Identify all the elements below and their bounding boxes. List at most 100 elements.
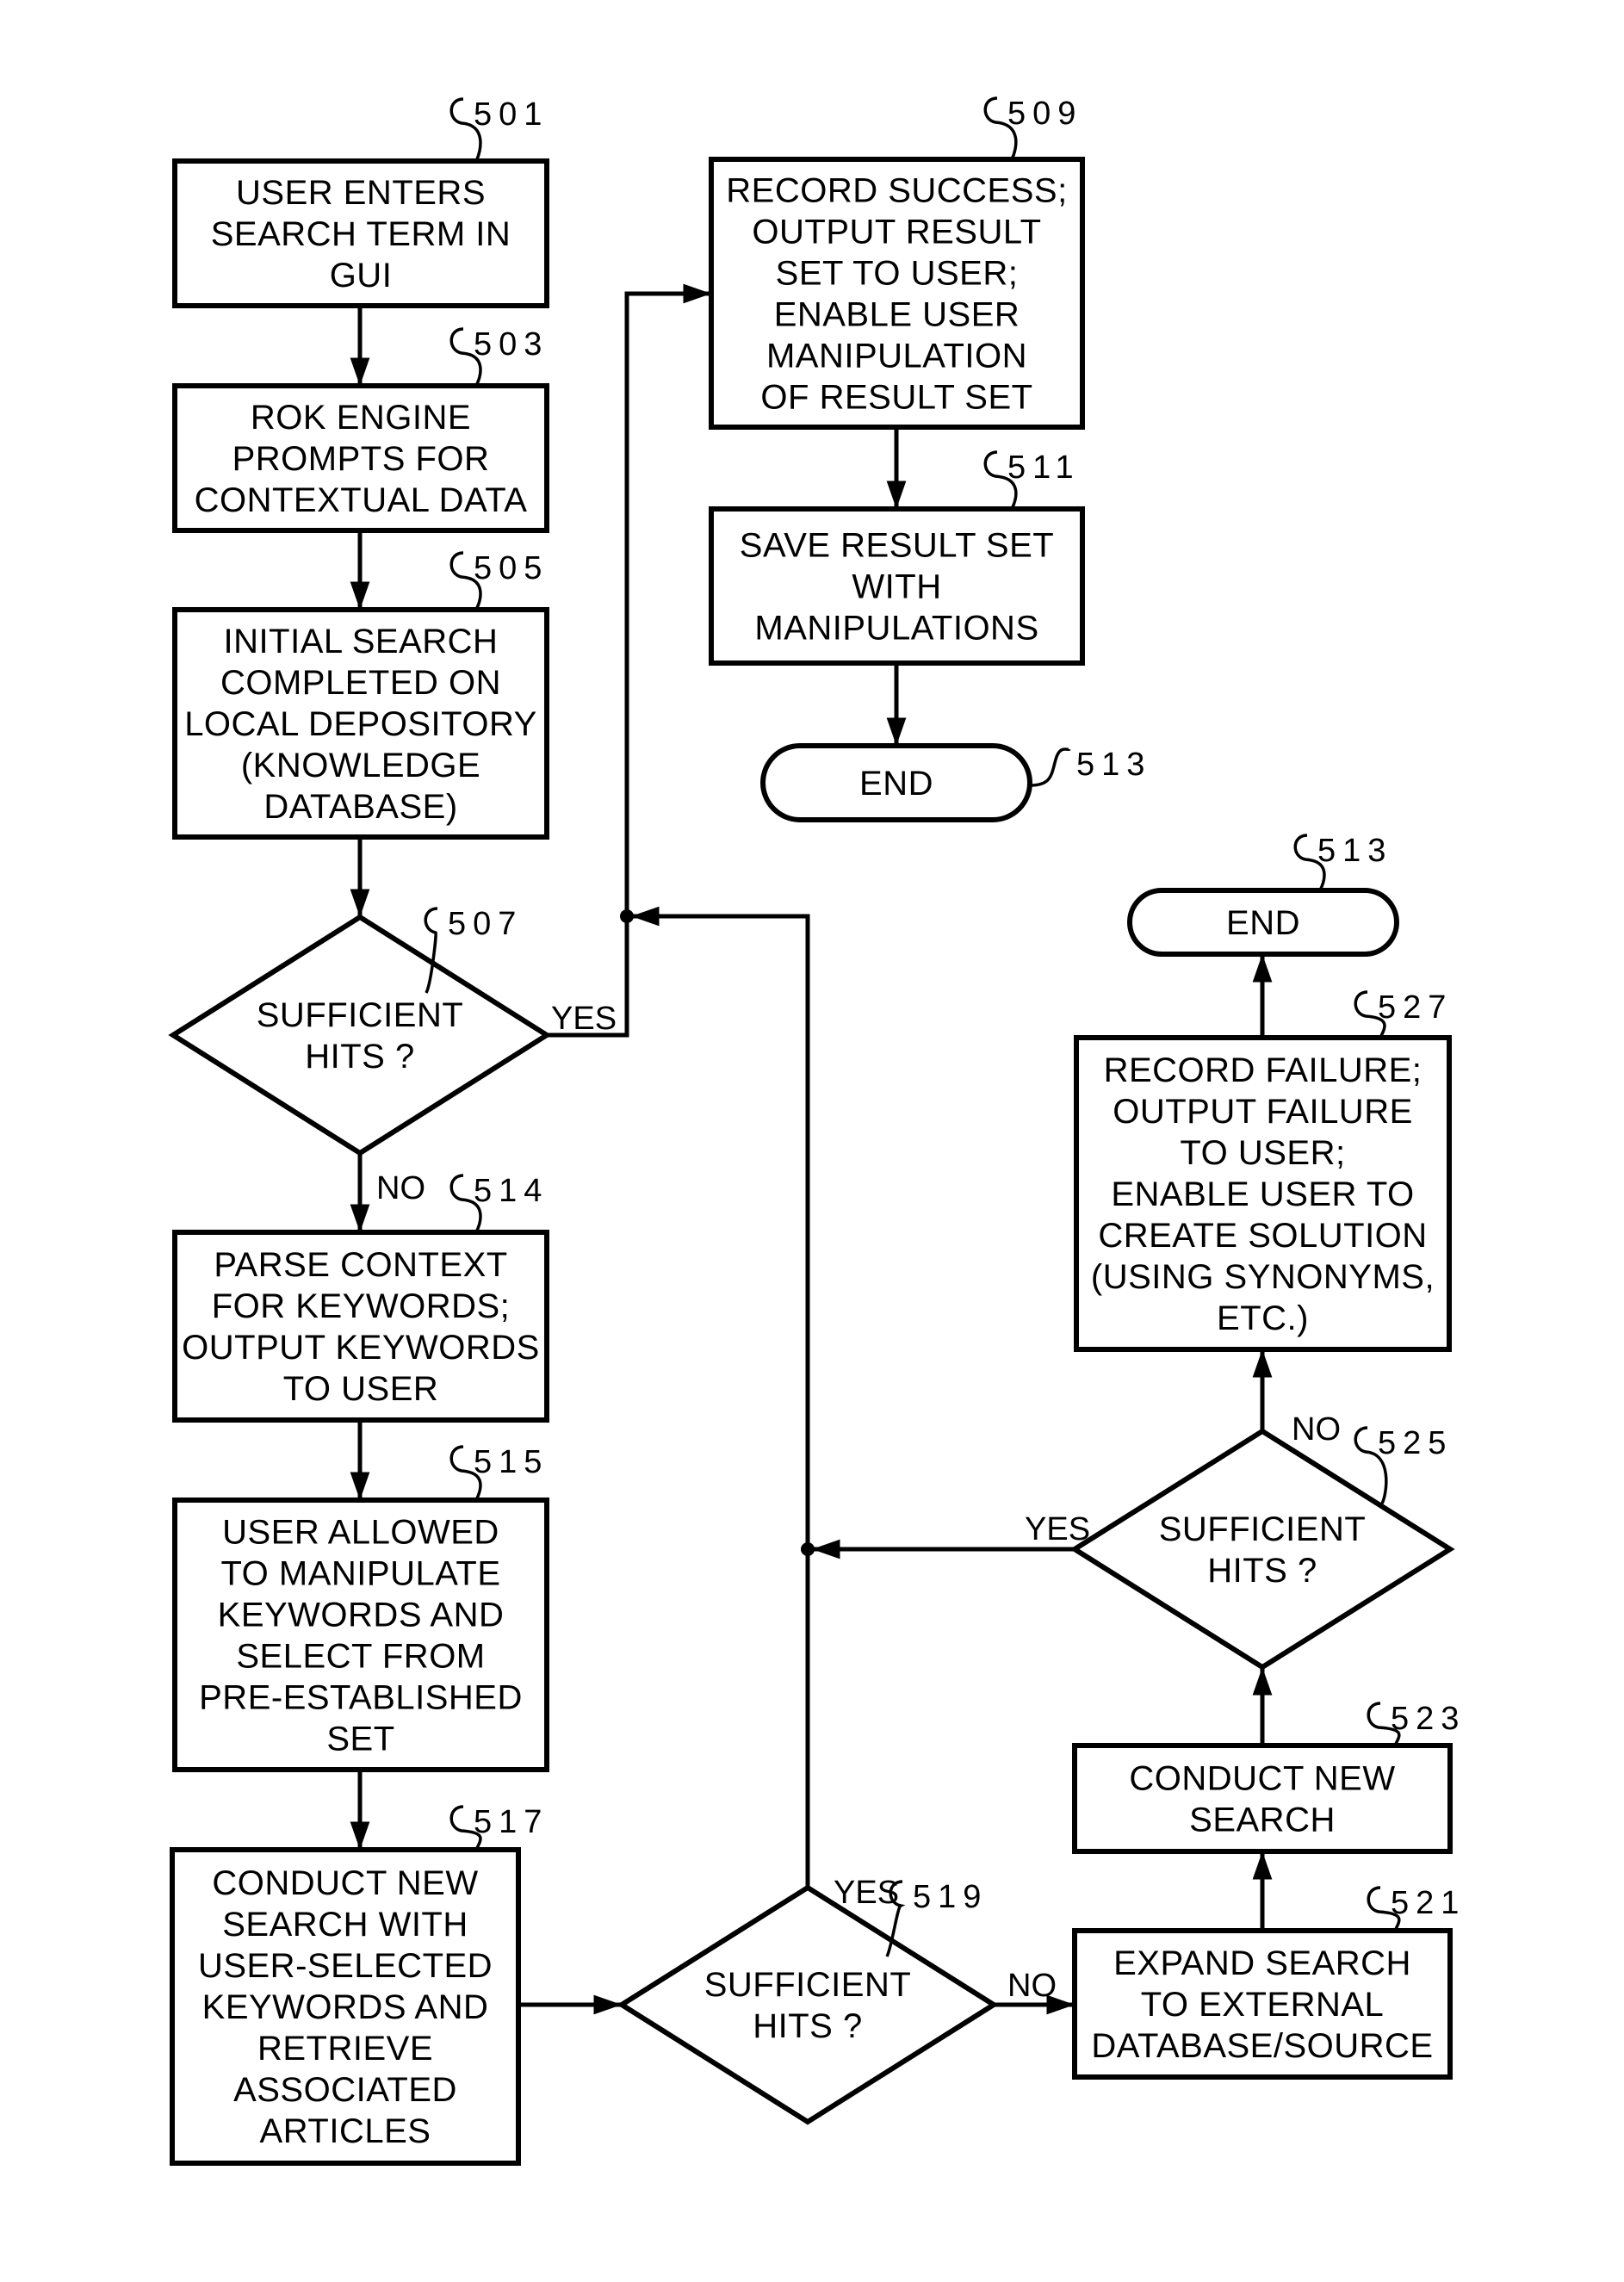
node-text-line: ETC.)	[1217, 1299, 1309, 1337]
node-text-line: EXPAND SEARCH	[1113, 1944, 1411, 1982]
node-text-line: OF RESULT SET	[760, 379, 1032, 417]
node-text-line: HITS ?	[305, 1038, 414, 1076]
node-text-line: MANIPULATION	[766, 338, 1027, 375]
node-text-line: PARSE CONTEXT	[214, 1246, 507, 1284]
decision-diamond	[168, 914, 552, 1157]
reference-numeral: 501	[474, 96, 549, 133]
node-text-line: CONDUCT NEW	[1129, 1760, 1395, 1798]
node-text-line: TO USER	[283, 1370, 439, 1408]
node-text-line: CONDUCT NEW	[212, 1864, 478, 1902]
node-text-line: SET	[326, 1721, 394, 1758]
node-text-line: SELECT FROM	[236, 1638, 485, 1676]
reference-numeral: 505	[474, 550, 549, 586]
node-text-line: DATABASE)	[263, 788, 457, 826]
reference-numeral: 519	[913, 1879, 988, 1915]
node-text-line: HITS ?	[753, 2007, 862, 2045]
node-text-line: END	[859, 765, 933, 803]
reference-numeral: 503	[474, 326, 549, 363]
node-text-line: SET TO USER;	[776, 255, 1019, 293]
node-text-line: (USING SYNONYMS,	[1091, 1258, 1435, 1296]
node-513a-terminal: END 513	[760, 743, 1151, 822]
edge-label-507-yes: YES	[551, 1001, 617, 1037]
node-523-process: CONDUCT NEWSEARCH 523	[1072, 1701, 1466, 1854]
node-text-line: WITH	[852, 568, 941, 606]
node-text-line: DATABASE/SOURCE	[1091, 2027, 1433, 2065]
node-527-process: RECORD FAILURE; OUTPUT FAILURETO USER;ENA…	[1074, 989, 1453, 1352]
node-507-decision: SUFFICIENT HITS ? 507	[168, 906, 552, 1157]
reference-numeral: 515	[474, 1444, 549, 1480]
edge-label-525-yes: YES	[1025, 1511, 1090, 1547]
node-text-line: ARTICLES	[260, 2112, 431, 2150]
node-text-line: USER-SELECTED	[198, 1947, 493, 1985]
node-text-line: OUTPUT KEYWORDS	[182, 1329, 540, 1367]
nodes-layer: USER ENTERSSEARCH TERM IN GUI 501 ROK ENGIN…	[168, 96, 1466, 2166]
junction-dot	[620, 909, 634, 923]
edge-519-yes-junction	[631, 906, 810, 1888]
flowchart-canvas: USER ENTERSSEARCH TERM IN GUI 501 ROK ENGIN…	[168, 96, 1466, 2166]
node-text-line: USER ENTERS	[236, 174, 486, 212]
reference-numeral: 525	[1378, 1425, 1453, 1461]
node-text-line: SUFFICIENT	[1159, 1510, 1367, 1548]
node-text-line: SEARCH TERM IN	[211, 215, 511, 253]
reference-numeral: 527	[1378, 989, 1453, 1026]
node-text-line: KEYWORDS AND	[202, 1988, 489, 2026]
node-519-decision: SUFFICIENTHITS ? 519	[617, 1879, 999, 2125]
node-513b-terminal: END 513	[1127, 833, 1399, 957]
node-text-line: CREATE SOLUTION	[1098, 1217, 1427, 1255]
node-text-line: LOCAL DEPOSITORY	[184, 705, 537, 743]
node-text-line: ASSOCIATED	[233, 2071, 457, 2109]
node-text-line: FOR KEYWORDS;	[212, 1287, 511, 1325]
node-text-line: SEARCH WITH	[222, 1906, 468, 1944]
node-text-line: TO MANIPULATE	[220, 1555, 500, 1593]
reference-numeral: 511	[1007, 450, 1081, 486]
node-text-line: MANIPULATIONS	[754, 610, 1038, 648]
junction-dot	[801, 1542, 815, 1556]
node-text-line: HITS ?	[1207, 1552, 1317, 1590]
node-text-line: SUFFICIENT	[704, 1966, 912, 2004]
node-text-line: TO EXTERNAL	[1141, 1986, 1385, 2024]
node-text-line: RECORD FAILURE;	[1104, 1051, 1423, 1089]
node-text-line: USER ALLOWED	[222, 1514, 499, 1552]
node-521-process: EXPAND SEARCH TO EXTERNALDATABASE/SOURCE 5…	[1072, 1885, 1466, 2080]
node-text-line: OUTPUT FAILURE	[1113, 1093, 1413, 1131]
node-text-line: COMPLETED ON	[220, 664, 501, 702]
node-517-process: CONDUCT NEW SEARCH WITHUSER-SELECTEDKEYWO…	[170, 1804, 549, 2166]
node-525-decision: SUFFICIENT HITS ? 525	[1069, 1425, 1455, 1671]
decision-diamond	[617, 1884, 999, 2125]
edge-label-519-no: NO	[1007, 1968, 1057, 2004]
node-text-line: SEARCH	[1189, 1801, 1336, 1839]
node-text-line: GUI	[330, 257, 393, 295]
node-text-line: CONTEXTUAL DATA	[195, 481, 528, 519]
node-509-process: RECORD SUCCESS; OUTPUT RESULT SET TO USER;…	[709, 96, 1085, 430]
node-text-line: ENABLE USER	[774, 296, 1020, 334]
node-text-line: OUTPUT RESULT	[752, 214, 1041, 251]
edge-507-yes-509	[547, 283, 711, 1038]
reference-numeral: 521	[1391, 1885, 1466, 1921]
reference-numeral: 509	[1007, 96, 1082, 132]
reference-numeral: 523	[1391, 1701, 1466, 1737]
node-text-line: KEYWORDS AND	[218, 1597, 505, 1634]
node-text-line: ROK ENGINE	[251, 399, 471, 437]
reference-numeral: 514	[474, 1173, 549, 1209]
node-text-line: SUFFICIENT	[257, 996, 464, 1034]
node-text-line: RECORD SUCCESS;	[726, 172, 1067, 210]
reference-numeral: 507	[448, 906, 523, 942]
edge-label-519-yes: YES	[834, 1875, 899, 1911]
node-text-line: END	[1226, 904, 1300, 942]
reference-numeral: 517	[474, 1804, 549, 1840]
edge-label-507-no: NO	[376, 1170, 425, 1206]
node-text-line: ENABLE USER TO	[1111, 1175, 1414, 1213]
node-text-line: PROMPTS FOR	[232, 440, 490, 478]
node-text-line: SAVE RESULT SET	[740, 527, 1054, 565]
node-text-line: PRE-ESTABLISHED	[199, 1679, 523, 1717]
reference-numeral: 513	[1076, 747, 1151, 783]
node-text-line: RETRIEVE	[257, 2030, 433, 2068]
reference-numeral: 513	[1317, 833, 1392, 869]
node-501-process: USER ENTERSSEARCH TERM IN GUI 501	[172, 96, 549, 308]
node-text-line: TO USER;	[1180, 1134, 1345, 1172]
reference-leader	[1029, 747, 1071, 787]
decision-diamond	[1069, 1428, 1455, 1671]
node-text-line: (KNOWLEDGE	[241, 747, 480, 784]
node-text-line: INITIAL SEARCH	[224, 623, 499, 660]
edge-label-525-no: NO	[1292, 1411, 1341, 1448]
